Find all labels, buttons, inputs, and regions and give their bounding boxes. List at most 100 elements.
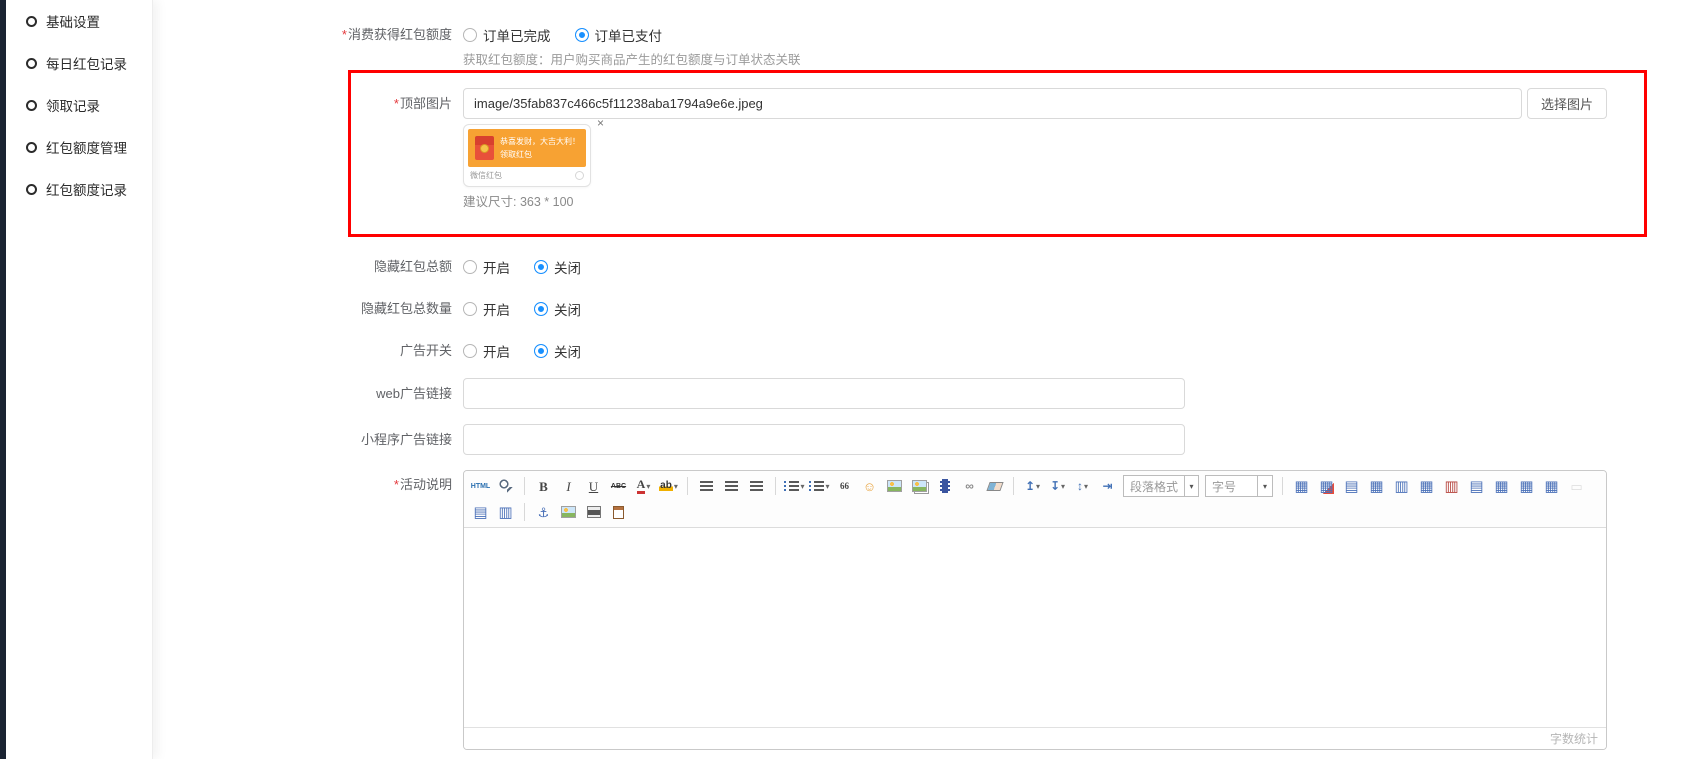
chevron-down-icon[interactable]: ▾ — [1084, 482, 1088, 491]
insert-column-right-icon[interactable]: ▦ — [1490, 475, 1513, 497]
italic-icon[interactable]: I — [557, 475, 580, 497]
font-size-select[interactable]: 字号▾ — [1205, 475, 1273, 497]
strikethrough-icon[interactable]: ABC — [607, 475, 630, 497]
ordered-list-icon[interactable]: ▾ — [783, 475, 806, 497]
insert-map-glyph — [561, 506, 576, 518]
banner-title: 恭喜发财，大吉大利！ — [500, 136, 580, 147]
unordered-list-icon[interactable]: ▾ — [808, 475, 831, 497]
field-label-ad-switch: 广告开关 — [152, 343, 452, 359]
underline-icon[interactable]: U — [582, 475, 605, 497]
word-count-label[interactable]: 字数统计 — [1550, 730, 1598, 747]
chevron-down-icon[interactable]: ▾ — [646, 482, 650, 491]
remove-format-icon[interactable] — [983, 475, 1006, 497]
insert-video-glyph — [940, 479, 950, 493]
blockquote-icon[interactable]: 66 — [833, 475, 856, 497]
radio-unselected-icon[interactable] — [463, 28, 477, 42]
chevron-down-icon[interactable]: ▾ — [800, 482, 804, 491]
insert-link-icon[interactable]: ∞ — [958, 475, 981, 497]
radio-option-on[interactable]: 开启 — [463, 341, 510, 361]
merge-columns-icon[interactable]: ▥ — [494, 501, 517, 523]
radio-option-off[interactable]: 关闭 — [534, 341, 581, 361]
editor-toolbar: HTMLBIUABCA▾ab▾▾▾66☺∞↥▾↧▾↕▾⇥段落格式▾字号▾▦▦▤▦… — [464, 471, 1606, 528]
image-album-icon[interactable] — [908, 475, 931, 497]
highlight-icon[interactable]: ab▾ — [657, 475, 680, 497]
circle-icon — [26, 58, 37, 69]
field-label-top-image: *顶部图片 — [152, 96, 452, 112]
chevron-down-icon[interactable]: ▾ — [1184, 476, 1198, 496]
toolbar-separator — [524, 503, 525, 521]
chevron-down-icon[interactable]: ▾ — [1257, 476, 1272, 496]
cell-properties-icon[interactable]: ▤ — [1340, 475, 1363, 497]
radio-unselected-icon[interactable] — [463, 344, 477, 358]
radio-selected-icon[interactable] — [534, 302, 548, 316]
indent-icon[interactable]: ⇥ — [1096, 475, 1119, 497]
merge-rows-icon[interactable]: ▤ — [469, 501, 492, 523]
margin-bottom-icon[interactable]: ↧▾ — [1046, 475, 1069, 497]
anchor-icon[interactable]: ⚓ — [532, 501, 555, 523]
radio-selected-icon[interactable] — [575, 28, 589, 42]
radio-option-off[interactable]: 关闭 — [534, 257, 581, 277]
radio-selected-icon[interactable] — [534, 260, 548, 274]
font-color-icon[interactable]: A▾ — [632, 475, 655, 497]
sidebar-item-quota-records[interactable]: 红包额度记录 — [6, 168, 152, 210]
align-center-glyph — [725, 481, 738, 491]
preview-icon[interactable] — [494, 475, 517, 497]
chevron-down-icon[interactable]: ▾ — [825, 482, 829, 491]
chevron-down-icon[interactable]: ▾ — [674, 482, 678, 491]
sidebar-item-quota-management[interactable]: 红包额度管理 — [6, 126, 152, 168]
paste-icon[interactable] — [607, 501, 630, 523]
table-header-icon[interactable]: ▤ — [1465, 475, 1488, 497]
print-icon[interactable] — [582, 501, 605, 523]
chevron-down-icon[interactable]: ▾ — [1036, 482, 1040, 491]
margin-top-icon[interactable]: ↥▾ — [1021, 475, 1044, 497]
merge-cells-icon[interactable]: ▥ — [1390, 475, 1413, 497]
web-ad-link-input[interactable] — [463, 378, 1185, 409]
delete-row-icon[interactable]: ▥ — [1440, 475, 1463, 497]
radio-option-on[interactable]: 开启 — [463, 257, 510, 277]
chevron-down-icon[interactable]: ▾ — [1061, 482, 1065, 491]
choose-image-button[interactable]: 选择图片 — [1527, 88, 1607, 119]
editor-toolbar-row-2: ▤▥ ⚓ — [469, 499, 1601, 525]
radio-unselected-icon[interactable] — [463, 260, 477, 274]
html-source-icon[interactable]: HTML — [469, 475, 492, 497]
sidebar-item-daily-redpacket-records[interactable]: 每日红包记录 — [6, 42, 152, 84]
delete-table-icon[interactable]: ▦ — [1315, 475, 1338, 497]
insert-column-left-icon[interactable]: ▦ — [1415, 475, 1438, 497]
radio-option-on[interactable]: 开启 — [463, 299, 510, 319]
align-center-icon[interactable] — [720, 475, 743, 497]
top-image-path-input[interactable] — [463, 88, 1522, 119]
field-label-hide-count: 隐藏红包总数量 — [152, 301, 452, 317]
required-asterisk: * — [394, 96, 399, 111]
more-tools-icon[interactable]: ▭ — [1565, 475, 1588, 497]
sidebar-item-basic-settings[interactable]: 基础设置 — [6, 0, 152, 42]
merge-cells-glyph: ▥ — [1394, 479, 1408, 494]
radio-option-order-completed[interactable]: 订单已完成 — [463, 25, 551, 45]
field-label-miniprogram-ad-link: 小程序广告链接 — [152, 432, 452, 448]
insert-table-glyph: ▦ — [1294, 479, 1308, 494]
bold-icon[interactable]: B — [532, 475, 555, 497]
insert-row-below-icon[interactable]: ▦ — [1515, 475, 1538, 497]
editor-content[interactable] — [464, 528, 1606, 727]
emoticons-icon[interactable]: ☺ — [858, 475, 881, 497]
align-left-icon[interactable] — [695, 475, 718, 497]
paragraph-format-select[interactable]: 段落格式▾ — [1123, 475, 1199, 497]
radio-option-off[interactable]: 关闭 — [534, 299, 581, 319]
insert-map-icon[interactable] — [557, 501, 580, 523]
radio-selected-icon[interactable] — [534, 344, 548, 358]
miniprogram-ad-link-input[interactable] — [463, 424, 1185, 455]
insert-video-icon[interactable] — [933, 475, 956, 497]
field-label-activity-description: *活动说明 — [152, 477, 452, 493]
radio-unselected-icon[interactable] — [463, 302, 477, 316]
remove-image-icon[interactable]: × — [597, 117, 604, 129]
align-left-glyph — [700, 481, 713, 491]
radio-label: 开启 — [483, 257, 510, 277]
insert-table-icon[interactable]: ▦ — [1290, 475, 1313, 497]
insert-row-above-icon[interactable]: ▦ — [1365, 475, 1388, 497]
select-all-table-icon[interactable]: ▦ — [1540, 475, 1563, 497]
align-right-icon[interactable] — [745, 475, 768, 497]
cell-properties-glyph: ▤ — [1344, 479, 1358, 494]
insert-image-icon[interactable] — [883, 475, 906, 497]
radio-option-order-paid[interactable]: 订单已支付 — [575, 25, 663, 45]
line-height-icon[interactable]: ↕▾ — [1071, 475, 1094, 497]
sidebar-item-claim-records[interactable]: 领取记录 — [6, 84, 152, 126]
